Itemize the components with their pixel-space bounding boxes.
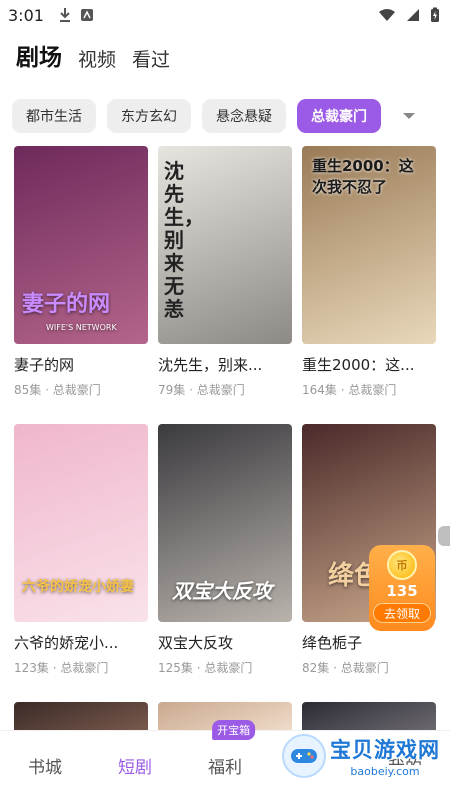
drama-title: 重生2000：这... xyxy=(302,356,415,374)
drama-poster-partial[interactable] xyxy=(14,702,148,732)
drama-title: 双宝大反攻 xyxy=(158,634,234,652)
poster-title-text: 重生2000：这次我不忍了 xyxy=(312,157,414,196)
wifi-icon xyxy=(379,9,395,21)
drama-poster: 双宝大反攻 xyxy=(158,424,292,622)
drama-title: 沈先生，别来... xyxy=(158,356,263,374)
nav-welfare-label: 福利 xyxy=(208,758,242,778)
tab-theater[interactable]: 剧场 xyxy=(16,38,62,72)
drama-meta: 79集 · 总裁豪门 xyxy=(158,383,245,397)
status-bar: 3:01 xyxy=(0,0,450,30)
poster-title-text: 沈先生，别来无恙 xyxy=(164,159,204,321)
tab-watched[interactable]: 看过 xyxy=(132,45,170,72)
drama-card[interactable]: 六爷的娇宠小娇妻 六爷的娇宠小... 123集 · 总裁豪门 xyxy=(14,424,148,702)
treasure-badge: 开宝箱 xyxy=(212,720,256,740)
claim-reward-button[interactable]: 去领取 xyxy=(373,603,431,623)
site-watermark: 宝贝游戏网 baobeiy.com xyxy=(282,730,444,782)
drama-meta: 123集 · 总裁豪门 xyxy=(14,661,109,675)
coin-icon: 币 xyxy=(387,550,417,580)
nav-bookstore[interactable]: 书城 xyxy=(0,753,90,778)
category-chip-suspense[interactable]: 悬念悬疑 xyxy=(202,99,286,133)
download-icon xyxy=(59,8,70,22)
drama-card[interactable]: 重生2000：这次我不忍了 重生2000：这... 164集 · 总裁豪门 xyxy=(302,146,436,424)
reward-float-widget[interactable]: 币 135 去领取 xyxy=(369,545,435,631)
poster-title-text: 妻子的网 xyxy=(22,292,111,317)
top-tabs: 剧场 视频 看过 xyxy=(16,38,170,72)
category-chip-urban[interactable]: 都市生活 xyxy=(12,99,96,133)
category-chip-fantasy[interactable]: 东方玄幻 xyxy=(107,99,191,133)
app-notification-icon xyxy=(80,9,93,21)
watermark-text: 宝贝游戏网 xyxy=(330,738,440,762)
gamepad-logo-icon xyxy=(282,734,326,778)
signal-icon xyxy=(407,9,419,21)
drama-meta: 82集 · 总裁豪门 xyxy=(302,661,389,675)
drama-poster: 重生2000：这次我不忍了 xyxy=(302,146,436,344)
drama-title: 六爷的娇宠小... xyxy=(14,634,119,652)
drama-grid: 妻子的网 WIFE'S NETWORK 妻子的网 85集 · 总裁豪门 沈先生，… xyxy=(14,146,438,732)
poster-subtitle-text: WIFE'S NETWORK xyxy=(46,323,117,332)
side-scroll-handle[interactable] xyxy=(438,526,450,546)
svg-text:币: 币 xyxy=(397,559,408,572)
status-time: 3:01 xyxy=(8,5,44,25)
drama-meta: 125集 · 总裁豪门 xyxy=(158,661,253,675)
poster-title-text: 六爷的娇宠小娇妻 xyxy=(22,579,134,595)
drama-poster: 沈先生，别来无恙 xyxy=(158,146,292,344)
drama-poster: 六爷的娇宠小娇妻 xyxy=(14,424,148,622)
drama-title: 妻子的网 xyxy=(14,356,75,374)
reward-count: 135 xyxy=(386,582,418,600)
category-bar: 都市生活 东方玄幻 悬念悬疑 总裁豪门 xyxy=(0,98,450,134)
chevron-down-icon[interactable] xyxy=(402,111,416,121)
drama-meta: 164集 · 总裁豪门 xyxy=(302,383,397,397)
drama-title: 绛色栀子 xyxy=(302,634,363,652)
drama-card[interactable]: 沈先生，别来无恙 沈先生，别来... 79集 · 总裁豪门 xyxy=(158,146,292,424)
drama-poster-partial[interactable] xyxy=(302,702,436,732)
drama-poster: 妻子的网 WIFE'S NETWORK xyxy=(14,146,148,344)
battery-charging-icon xyxy=(431,7,439,22)
drama-card[interactable]: 双宝大反攻 双宝大反攻 125集 · 总裁豪门 xyxy=(158,424,292,702)
nav-short-drama[interactable]: 短剧 xyxy=(90,753,180,778)
nav-welfare[interactable]: 开宝箱 福利 xyxy=(180,720,270,778)
category-chip-ceo[interactable]: 总裁豪门 xyxy=(297,99,381,133)
tab-video[interactable]: 视频 xyxy=(78,45,116,72)
drama-card[interactable]: 妻子的网 WIFE'S NETWORK 妻子的网 85集 · 总裁豪门 xyxy=(14,146,148,424)
drama-meta: 85集 · 总裁豪门 xyxy=(14,383,101,397)
poster-title-text: 双宝大反攻 xyxy=(172,579,272,603)
watermark-url: baobeiy.com xyxy=(330,765,440,778)
